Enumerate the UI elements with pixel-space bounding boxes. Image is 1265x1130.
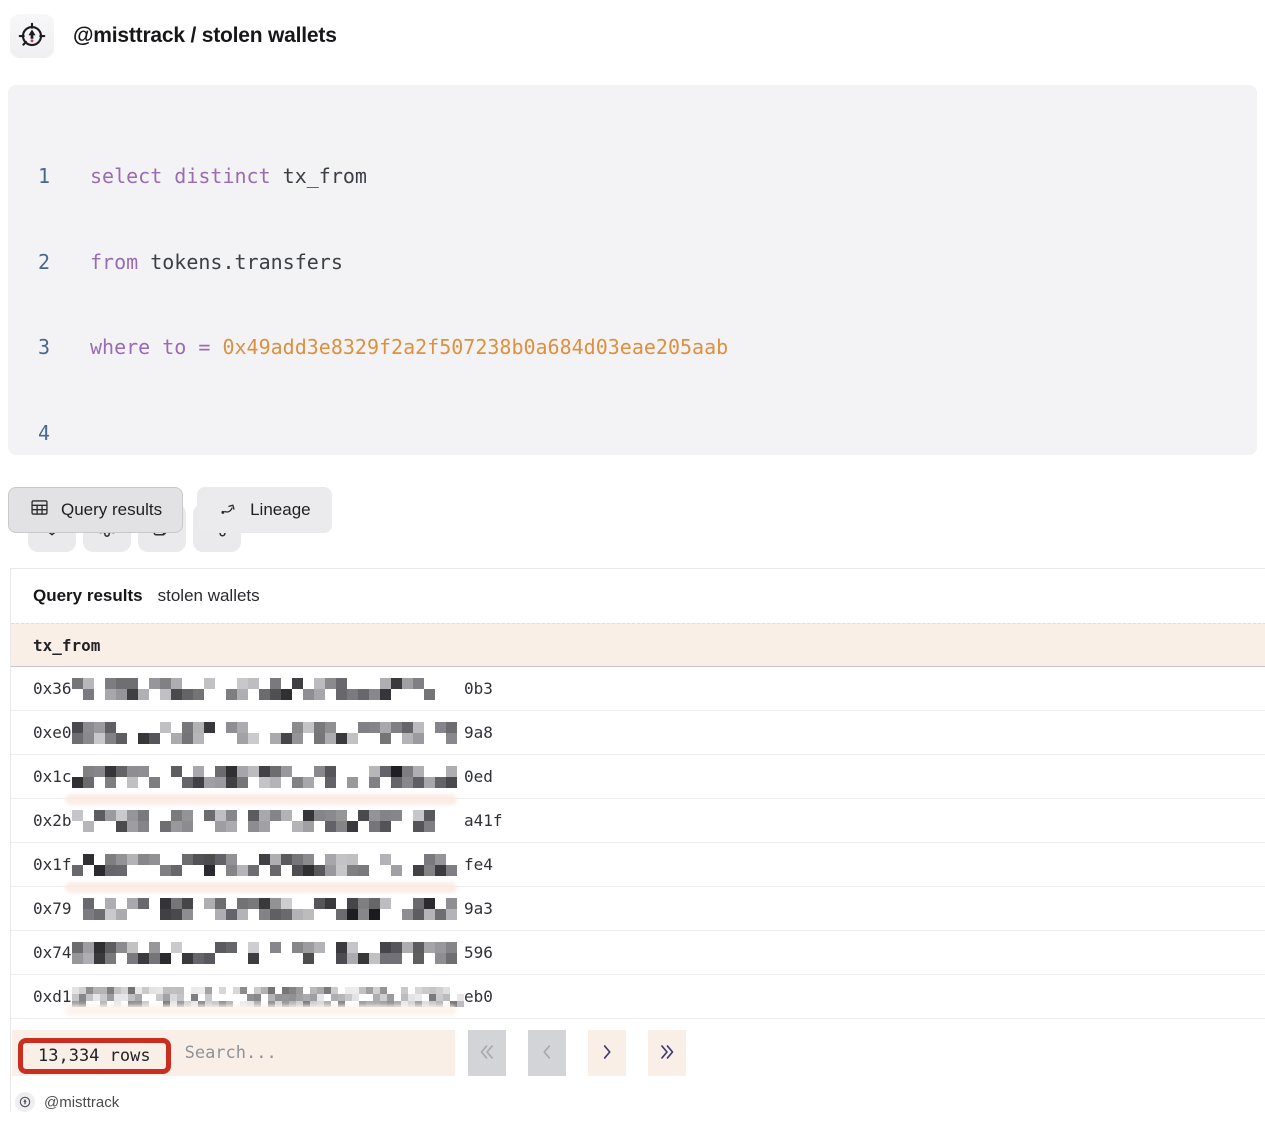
table-row: 0xd1 eb0 bbox=[11, 975, 1265, 1019]
chevrons-left-icon bbox=[476, 1041, 498, 1066]
misttrack-logo-icon bbox=[10, 14, 54, 58]
table-row: 0x36 0b3 bbox=[11, 667, 1265, 711]
search-input[interactable] bbox=[175, 1030, 455, 1076]
redacted-pixelation bbox=[72, 942, 464, 964]
code-line: 3where to = 0x49add3e8329f2a2f507238b0a6… bbox=[38, 333, 1257, 362]
sql-keyword: from bbox=[90, 250, 138, 274]
page-header: @misttrack / stolen wallets bbox=[0, 0, 1265, 58]
address-prefix: 0x74 bbox=[33, 943, 72, 962]
line-number: 2 bbox=[38, 248, 90, 277]
line-number: 1 bbox=[38, 162, 90, 191]
redacted-pixelation bbox=[72, 766, 464, 788]
sql-code[interactable]: 1select distinct tx_from 2from tokens.tr… bbox=[38, 105, 1257, 504]
tab-lineage[interactable]: Lineage bbox=[197, 487, 332, 533]
chevrons-right-icon bbox=[656, 1041, 678, 1066]
redacted-pixelation bbox=[72, 678, 464, 700]
line-number: 4 bbox=[38, 419, 90, 448]
tab-query-results[interactable]: Query results bbox=[8, 487, 183, 533]
redacted-pixelation bbox=[72, 722, 464, 744]
address-prefix: 0xe0 bbox=[33, 723, 72, 742]
column-header-tx-from: tx_from bbox=[11, 623, 1265, 667]
tab-label: Lineage bbox=[250, 500, 311, 520]
line-number: 3 bbox=[38, 333, 90, 362]
table-row: 0x1f fe4 bbox=[11, 843, 1265, 887]
sql-keyword: where to = bbox=[90, 335, 222, 359]
results-header: Query results stolen wallets bbox=[11, 569, 1265, 623]
pagination bbox=[468, 1030, 686, 1076]
table-row: 0x79 9a3 bbox=[11, 887, 1265, 931]
row-count-label: 13,334 rows bbox=[38, 1046, 151, 1066]
table-row: 0x2b a41f bbox=[11, 799, 1265, 843]
chevron-right-icon bbox=[596, 1041, 618, 1066]
address-prefix: 0x2b bbox=[33, 811, 72, 830]
address-prefix: 0x1f bbox=[33, 855, 72, 874]
address-suffix: 0b3 bbox=[464, 679, 493, 698]
last-page-button[interactable] bbox=[648, 1030, 686, 1076]
address-prefix: 0xd1 bbox=[33, 987, 72, 1006]
address-prefix: 0x1c bbox=[33, 767, 72, 786]
sql-editor[interactable]: 1select distinct tx_from 2from tokens.tr… bbox=[8, 85, 1257, 455]
redacted-pixelation bbox=[72, 898, 464, 920]
row-count-annotation: 13,334 rows bbox=[18, 1038, 171, 1074]
chevron-left-icon bbox=[536, 1041, 558, 1066]
lineage-icon bbox=[218, 497, 239, 523]
address-suffix: a41f bbox=[464, 811, 503, 830]
sql-identifier: tokens.transfers bbox=[138, 250, 343, 274]
address-suffix: 9a8 bbox=[464, 723, 493, 742]
address-prefix: 0x79 bbox=[33, 899, 72, 918]
sql-literal: 0x49add3e8329f2a2f507238b0a684d03eae205a… bbox=[222, 335, 728, 359]
table-row: 0x74 596 bbox=[11, 931, 1265, 975]
address-suffix: eb0 bbox=[464, 987, 493, 1006]
table-row: 0xe0 9a8 bbox=[11, 711, 1265, 755]
results-title: Query results bbox=[33, 586, 143, 606]
attribution: @misttrack bbox=[15, 1092, 1265, 1112]
table-icon bbox=[29, 497, 50, 523]
address-suffix: fe4 bbox=[464, 855, 493, 874]
results-table-body: 0x36 0b3 0xe0 9a8 0x1c 0ed 0x2b a41f 0x1f fe4… bbox=[11, 667, 1265, 1019]
address-suffix: 9a3 bbox=[464, 899, 493, 918]
previous-page-button[interactable] bbox=[528, 1030, 566, 1076]
next-page-button[interactable] bbox=[588, 1030, 626, 1076]
results-footer: 13,334 rows bbox=[11, 1019, 1265, 1076]
redacted-pixelation bbox=[72, 987, 464, 1007]
code-line: 1select distinct tx_from bbox=[38, 162, 1257, 191]
first-page-button[interactable] bbox=[468, 1030, 506, 1076]
code-line: 4 bbox=[38, 419, 1257, 448]
query-results-panel: Query results stolen wallets tx_from 0x3… bbox=[10, 568, 1265, 1112]
redacted-pixelation bbox=[72, 854, 464, 876]
address-suffix: 596 bbox=[464, 943, 493, 962]
tab-label: Query results bbox=[61, 500, 162, 520]
address-prefix: 0x36 bbox=[33, 679, 72, 698]
page-title: @misttrack / stolen wallets bbox=[73, 24, 337, 48]
footer-bar: 13,334 rows bbox=[12, 1030, 455, 1076]
table-row: 0x1c 0ed bbox=[11, 755, 1265, 799]
address-suffix: 0ed bbox=[464, 767, 493, 786]
redacted-pixelation bbox=[72, 810, 464, 832]
misttrack-mini-logo-icon bbox=[15, 1092, 35, 1112]
code-line: 2from tokens.transfers bbox=[38, 248, 1257, 277]
attribution-handle: @misttrack bbox=[44, 1094, 119, 1111]
sql-keyword: select distinct bbox=[90, 164, 271, 188]
query-page: @misttrack / stolen wallets 1select dist… bbox=[0, 0, 1265, 1130]
sql-identifier: tx_from bbox=[271, 164, 367, 188]
results-subtitle: stolen wallets bbox=[158, 586, 260, 606]
